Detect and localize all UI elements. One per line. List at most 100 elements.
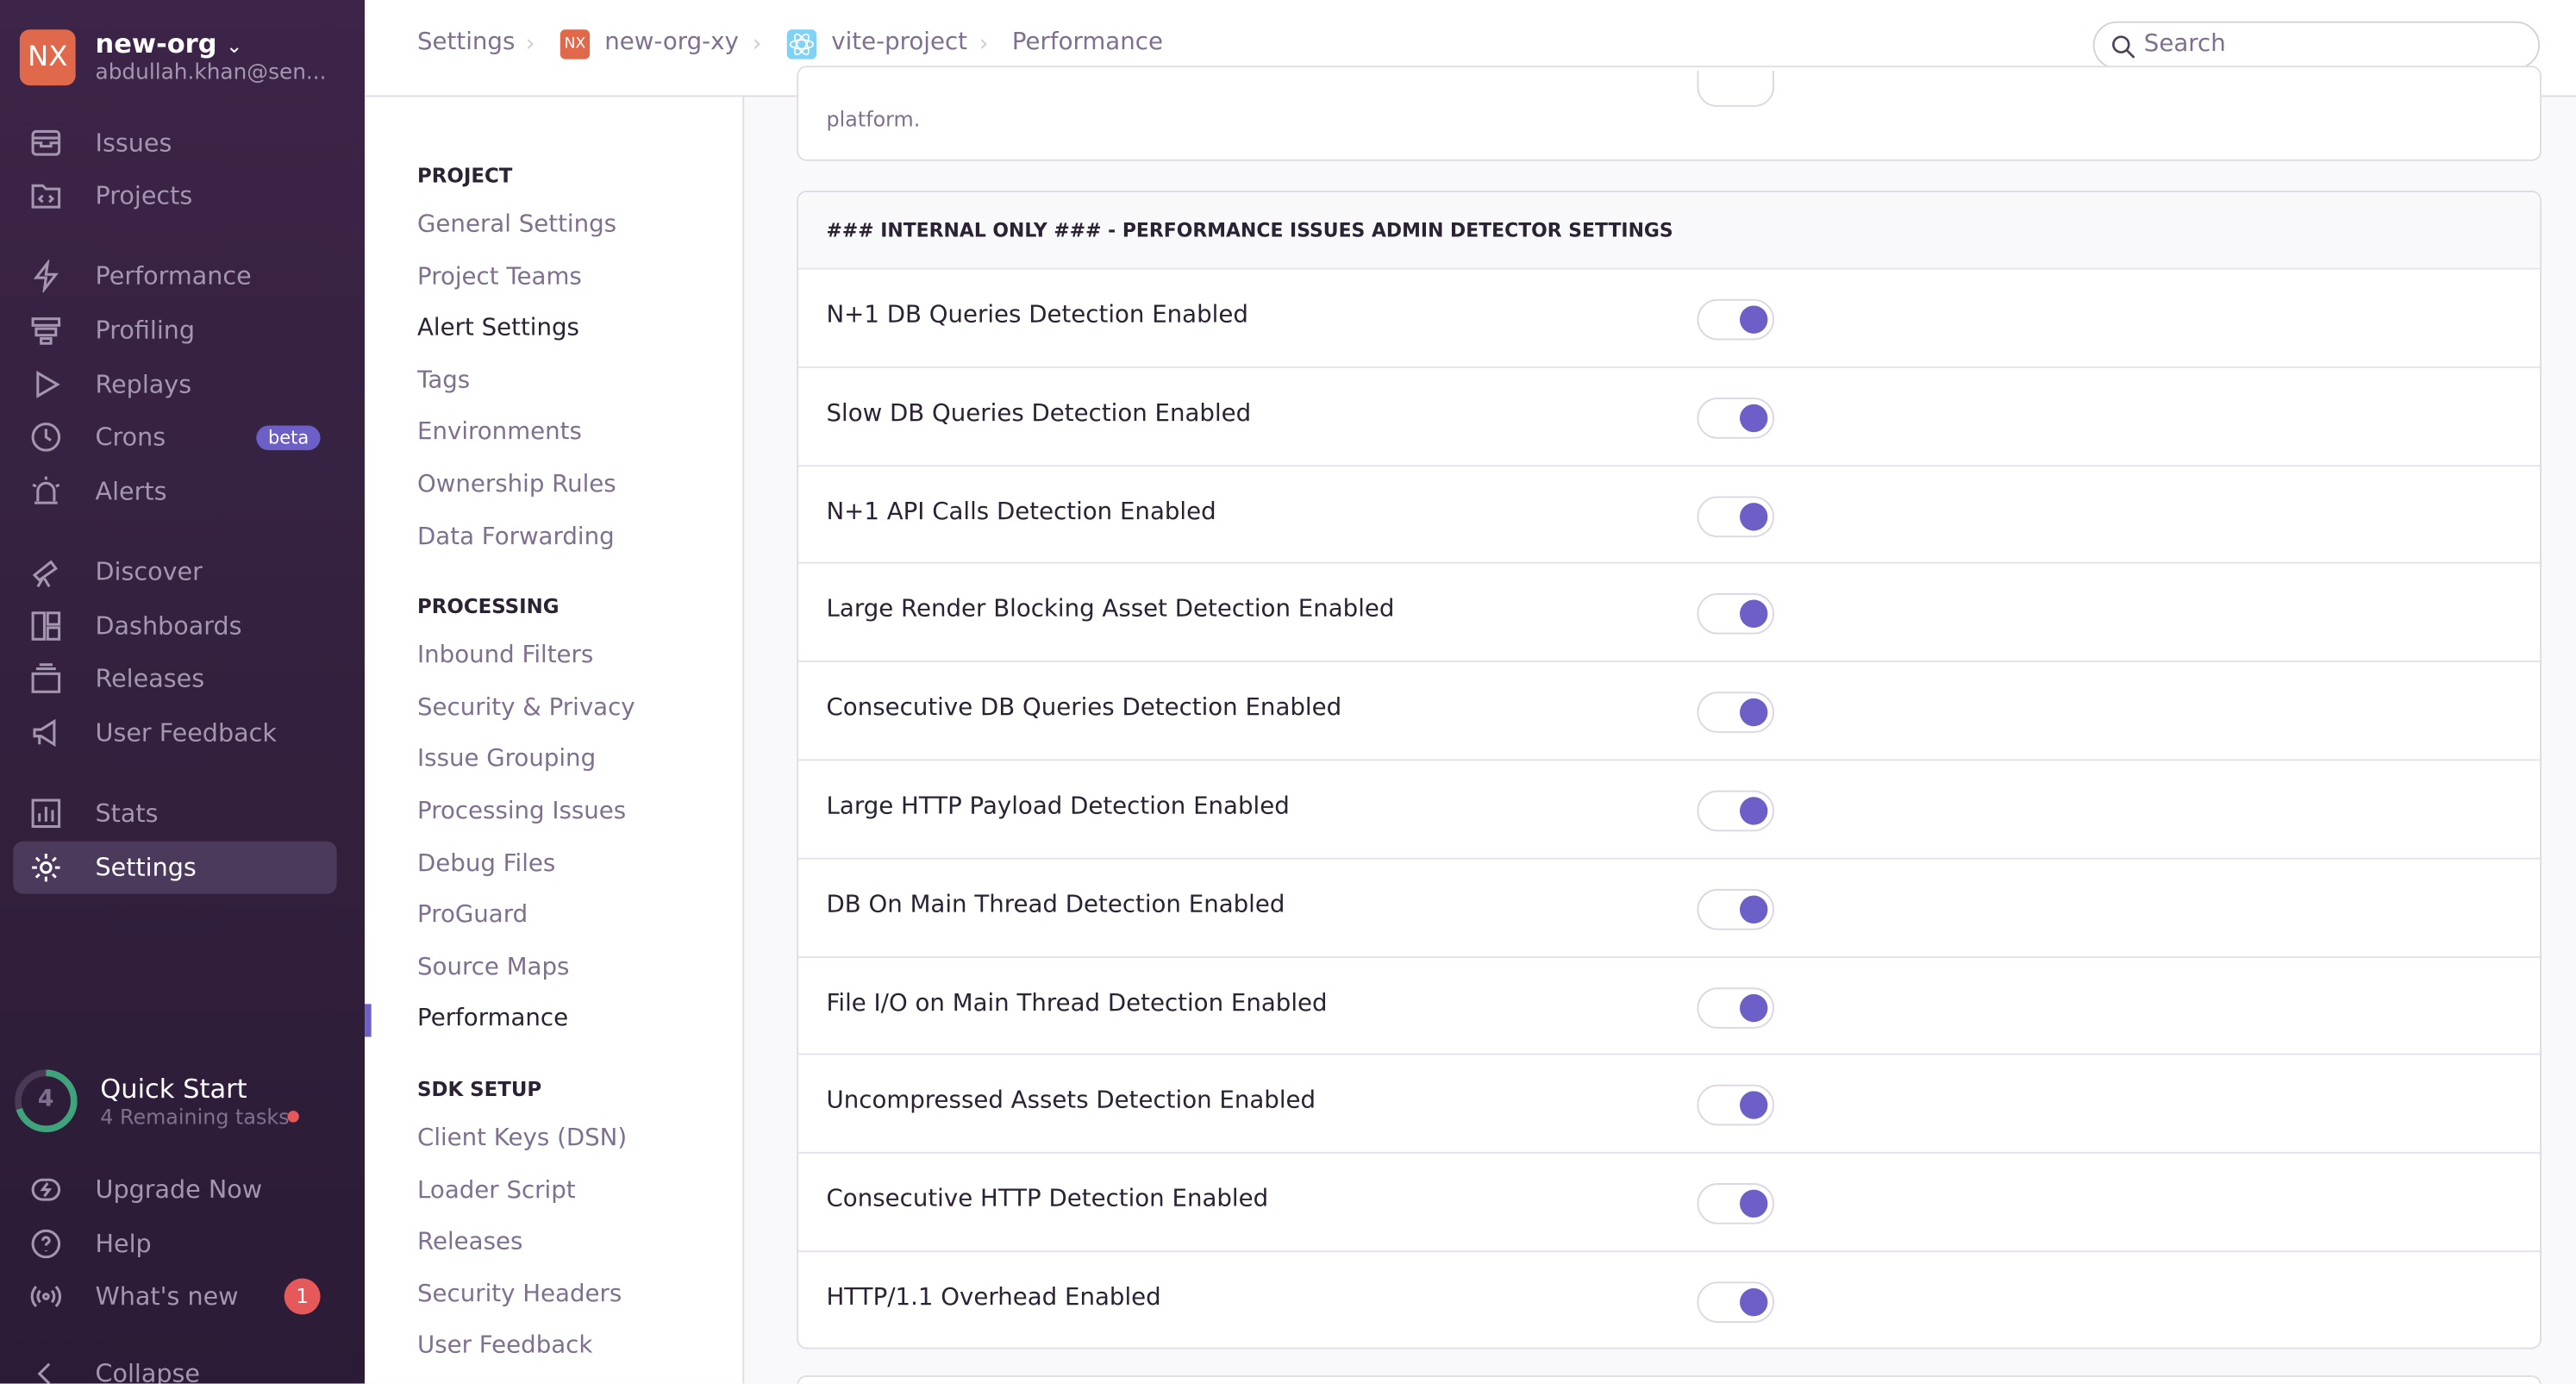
- sidebar-item-profiling[interactable]: Profiling: [13, 304, 336, 357]
- detector-toggle[interactable]: [1697, 1183, 1775, 1225]
- org-name: new-org: [95, 28, 217, 59]
- sidebar-item-label: Crons: [95, 422, 166, 453]
- detector-setting-row: Uncompressed Assets Detection Enabled: [798, 1054, 2541, 1152]
- chevron-right-icon: ›: [979, 31, 989, 58]
- settings-nav-item[interactable]: Alert Settings: [417, 316, 579, 341]
- quick-start-title[interactable]: Quick Start: [100, 1073, 247, 1104]
- sidebar-item-settings[interactable]: Settings: [13, 841, 337, 894]
- detector-settings-panel: ### INTERNAL ONLY ### - PERFORMANCE ISSU…: [797, 191, 2542, 1350]
- sidebar-item-label: Releases: [95, 663, 205, 694]
- detector-toggle[interactable]: [1697, 790, 1775, 832]
- search-input[interactable]: Search: [2092, 21, 2541, 70]
- sidebar-item-user-feedback[interactable]: User Feedback: [13, 706, 336, 759]
- settings-nav-item[interactable]: Client Keys (DSN): [417, 1125, 627, 1151]
- detector-toggle[interactable]: [1697, 593, 1775, 636]
- setting-label: HTTP/1.1 Overhead Enabled: [826, 1285, 1161, 1312]
- sidebar-item-replays[interactable]: Replays: [13, 358, 336, 410]
- settings-nav-item[interactable]: Source Maps: [417, 955, 569, 980]
- toggle-knob: [1740, 1190, 1768, 1218]
- settings-nav-item[interactable]: Tags: [417, 367, 470, 393]
- toggle-knob: [1740, 797, 1768, 825]
- setting-label: Slow DB Queries Detection Enabled: [826, 400, 1252, 428]
- breadcrumb-settings[interactable]: Settings: [417, 29, 515, 55]
- settings-nav-item[interactable]: Ownership Rules: [417, 472, 616, 498]
- detector-toggle[interactable]: [1697, 495, 1775, 537]
- projects-icon: [31, 184, 61, 209]
- beta-badge: beta: [256, 424, 321, 450]
- react-icon: [786, 29, 817, 59]
- sidebar-item-dashboards[interactable]: Dashboards: [13, 600, 336, 653]
- settings-nav: PROJECT General Settings Project Teams Aler…: [365, 97, 745, 1384]
- sidebar-item-upgrade-now[interactable]: Upgrade Now: [13, 1163, 336, 1216]
- sidebar-item-alerts[interactable]: Alerts: [13, 465, 336, 517]
- settings-nav-item[interactable]: Project Teams: [417, 264, 582, 290]
- releases-icon: [31, 663, 61, 693]
- setting-label: Uncompressed Assets Detection Enabled: [826, 1088, 1316, 1115]
- org-switcher[interactable]: new-org ⌄: [96, 28, 243, 59]
- settings-nav-item[interactable]: Security & Privacy: [417, 695, 635, 721]
- detector-setting-row: HTTP/1.1 Overhead Enabled: [798, 1250, 2541, 1349]
- settings-nav-item[interactable]: Data Forwarding: [417, 523, 615, 549]
- quick-start-progress[interactable]: 4: [13, 1068, 78, 1134]
- settings-nav-item[interactable]: Performance: [417, 1006, 568, 1032]
- settings-nav-item[interactable]: Debug Files: [417, 850, 555, 876]
- detector-setting-row: Consecutive DB Queries Detection Enabled: [798, 661, 2541, 759]
- detector-toggle[interactable]: [1697, 397, 1775, 439]
- settings-nav-item[interactable]: Environments: [417, 420, 582, 446]
- setting-label: N+1 API Calls Detection Enabled: [826, 498, 1216, 526]
- detector-setting-row: N+1 API Calls Detection Enabled: [798, 464, 2541, 563]
- settings-nav-item[interactable]: General Settings: [417, 212, 616, 238]
- detector-setting-row: Large HTTP Payload Detection Enabled: [798, 759, 2541, 857]
- toggle-knob: [1740, 993, 1768, 1022]
- play-icon: [36, 370, 60, 398]
- detector-toggle[interactable]: [1697, 888, 1775, 930]
- chevron-down-icon: ⌄: [226, 34, 243, 58]
- sidebar-item-what-s-new[interactable]: What's new 1: [13, 1270, 336, 1323]
- sidebar-item-collapse[interactable]: Collapse: [13, 1348, 336, 1384]
- sidebar-item-label: Help: [95, 1229, 152, 1259]
- sidebar-item-performance[interactable]: Performance: [13, 250, 336, 303]
- breadcrumb-project[interactable]: vite-project: [831, 29, 967, 55]
- setting-label: Consecutive HTTP Detection Enabled: [826, 1187, 1269, 1213]
- gear-icon: [32, 853, 60, 882]
- sidebar-item-issues[interactable]: Issues: [13, 116, 336, 169]
- detector-toggle[interactable]: [1697, 1281, 1775, 1324]
- sidebar-item-label: Discover: [95, 556, 203, 587]
- sidebar-item-help[interactable]: Help: [13, 1218, 336, 1270]
- sidebar-item-label: Collapse: [95, 1358, 201, 1384]
- setting-label: Large HTTP Payload Detection Enabled: [826, 793, 1290, 820]
- detector-toggle[interactable]: [1697, 1085, 1775, 1127]
- detector-setting-row: File I/O on Main Thread Detection Enable…: [798, 955, 2541, 1054]
- sidebar-item-projects[interactable]: Projects: [13, 169, 336, 222]
- quick-start-subtitle: 4 Remaining tasks: [100, 1104, 290, 1130]
- setting-label: Consecutive DB Queries Detection Enabled: [826, 695, 1342, 722]
- detector-toggle[interactable]: [1697, 692, 1775, 734]
- toggle-knob: [1740, 305, 1768, 334]
- settings-nav-item[interactable]: Security Headers: [417, 1281, 622, 1307]
- settings-nav-item[interactable]: Loader Script: [417, 1178, 576, 1204]
- toggle-switch[interactable]: [1697, 70, 1775, 107]
- settings-nav-item[interactable]: Issue Grouping: [417, 747, 596, 773]
- sidebar-item-releases[interactable]: Releases: [13, 653, 336, 705]
- settings-nav-item[interactable]: Inbound Filters: [417, 642, 593, 668]
- settings-section-heading: SDK SETUP: [417, 1078, 542, 1101]
- detector-toggle[interactable]: [1697, 298, 1775, 341]
- sidebar-item-discover[interactable]: Discover: [13, 546, 336, 598]
- help-icon: [31, 1229, 61, 1259]
- telescope-icon: [32, 560, 58, 588]
- settings-nav-item[interactable]: ProGuard: [417, 903, 528, 929]
- settings-section-heading: PROCESSING: [417, 595, 560, 618]
- org-avatar[interactable]: NX: [19, 29, 76, 86]
- breadcrumb-org[interactable]: new-org-xy: [604, 29, 739, 55]
- sidebar-item-stats[interactable]: Stats: [13, 787, 336, 840]
- settings-nav-item[interactable]: Releases: [417, 1230, 522, 1256]
- settings-nav-item[interactable]: User Feedback: [417, 1333, 592, 1359]
- settings-nav-item[interactable]: Processing Issues: [417, 798, 626, 824]
- active-indicator: [365, 1005, 372, 1038]
- setting-label: File I/O on Main Thread Detection Enable…: [826, 990, 1328, 1017]
- toggle-knob: [1740, 600, 1768, 629]
- broadcast-icon: [30, 1286, 62, 1308]
- sidebar-item-label: Performance: [95, 260, 252, 291]
- detector-toggle[interactable]: [1697, 986, 1775, 1029]
- sidebar-item-crons[interactable]: Crons beta: [13, 410, 336, 463]
